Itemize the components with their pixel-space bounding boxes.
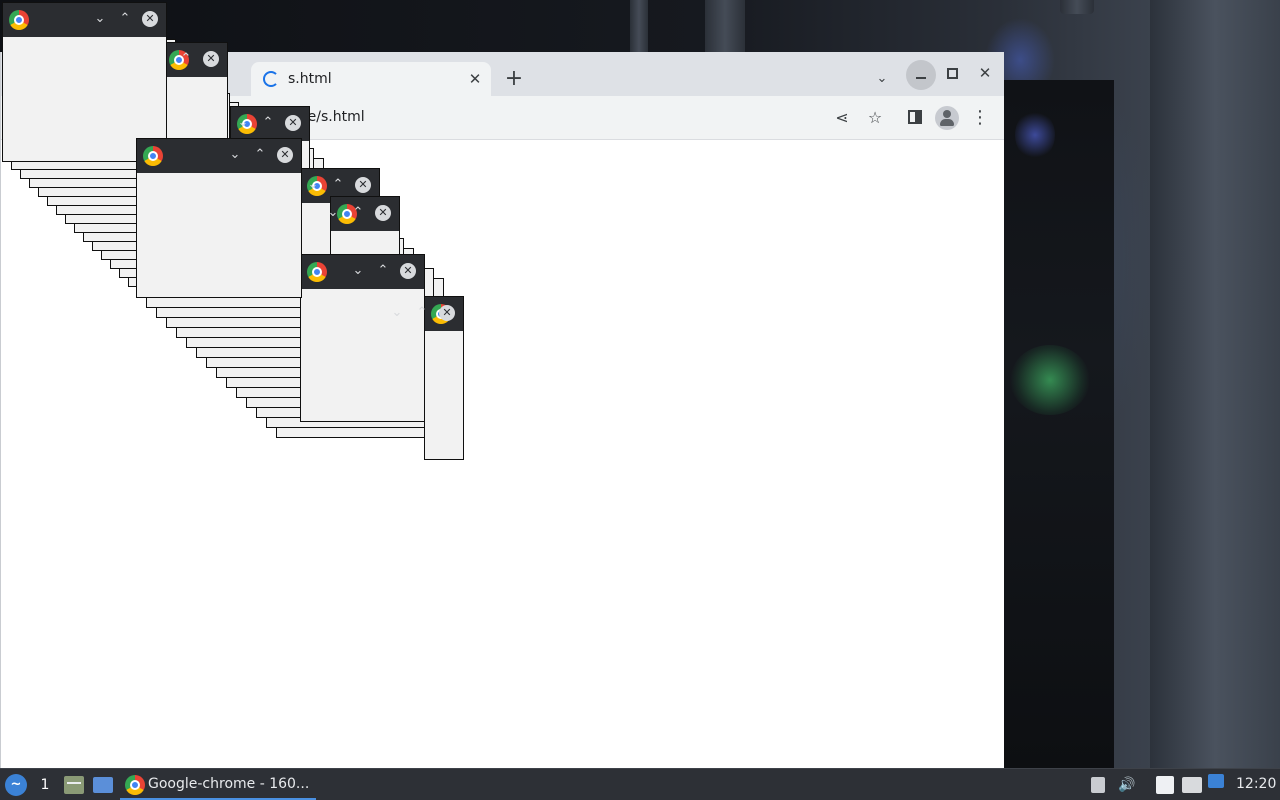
popup-window[interactable]: ⌄⌃✕ xyxy=(392,296,464,460)
chrome-icon xyxy=(143,146,163,166)
chrome-icon xyxy=(307,262,327,282)
chevron-down-icon[interactable]: ⌄ xyxy=(303,175,323,195)
clipboard-icon[interactable] xyxy=(1156,776,1174,794)
chevron-down-icon[interactable]: ⌄ xyxy=(225,145,245,165)
popup-window[interactable]: ⌄⌃✕ xyxy=(300,254,425,422)
close-icon[interactable]: ✕ xyxy=(203,51,219,67)
chevron-up-icon[interactable]: ⌃ xyxy=(115,9,135,29)
popup-title-bar[interactable]: ⌄⌃ ✕ xyxy=(3,3,166,37)
chevron-up-icon[interactable]: ⌃ xyxy=(176,49,196,69)
tray-app-icon[interactable] xyxy=(1091,777,1105,793)
volume-icon[interactable]: 🔊 xyxy=(1117,775,1137,795)
chevron-up-icon[interactable]: ⌃ xyxy=(373,261,393,281)
chevron-up-icon[interactable]: ⌃ xyxy=(328,175,348,195)
popup-title-bar[interactable]: ⌄⌃✕ xyxy=(328,197,399,231)
taskbar-item-label: Google-chrome - 160... xyxy=(148,776,310,792)
close-icon[interactable]: ✕ xyxy=(375,205,391,221)
close-icon[interactable]: ✕ xyxy=(400,263,416,279)
chevron-up-icon[interactable]: ⌃ xyxy=(412,303,432,323)
popup-title-bar[interactable]: ⌄⌃ ✕ xyxy=(231,107,309,141)
chevron-down-icon[interactable]: ⌄ xyxy=(323,203,343,223)
chevron-up-icon[interactable]: ⌃ xyxy=(258,113,278,133)
network-icon[interactable] xyxy=(1182,777,1202,793)
chevron-down-icon[interactable]: ⌄ xyxy=(90,9,110,29)
popup-title-bar[interactable]: ⌄⌃✕ xyxy=(156,43,227,77)
taskbar: ~ 1 Google-chrome - 160... 🔊 12:20 xyxy=(0,768,1280,800)
popup-title-bar[interactable]: ⌄⌃✕ xyxy=(392,297,463,331)
chrome-icon xyxy=(125,775,145,795)
show-desktop-icon[interactable] xyxy=(93,777,113,793)
popup-window[interactable]: ⌄⌃ ✕ xyxy=(136,138,302,298)
workspace-indicator[interactable]: 1 xyxy=(38,775,52,795)
start-menu-icon[interactable]: ~ xyxy=(5,774,27,796)
clock: 12:20 xyxy=(1236,776,1277,792)
close-icon[interactable]: ✕ xyxy=(355,177,371,193)
close-icon[interactable]: ✕ xyxy=(439,305,455,321)
chevron-down-icon[interactable]: ⌄ xyxy=(348,261,368,281)
close-icon[interactable]: ✕ xyxy=(285,115,301,131)
chevron-up-icon[interactable]: ⌃ xyxy=(250,145,270,165)
chrome-icon xyxy=(9,10,29,30)
notification-icon[interactable] xyxy=(1208,774,1224,788)
chevron-up-icon[interactable]: ⌃ xyxy=(348,203,368,223)
file-manager-icon[interactable] xyxy=(64,776,84,794)
taskbar-item-chrome[interactable]: Google-chrome - 160... xyxy=(120,769,316,800)
popup-title-bar[interactable]: ⌄⌃ ✕ xyxy=(301,255,424,289)
chevron-down-icon[interactable]: ⌄ xyxy=(387,303,407,323)
popup-title-bar[interactable]: ⌄⌃ ✕ xyxy=(137,139,301,173)
chevron-down-icon[interactable]: ⌄ xyxy=(233,113,253,133)
popup-window-cascade: ⌄⌃✕⌄⌃✕⌄⌃✕⌄⌃✕⌄⌃✕⌄⌃✕⌄⌃✕⌄⌃✕ xyxy=(0,0,1280,768)
close-icon[interactable]: ✕ xyxy=(277,147,293,163)
close-icon[interactable]: ✕ xyxy=(142,11,158,27)
